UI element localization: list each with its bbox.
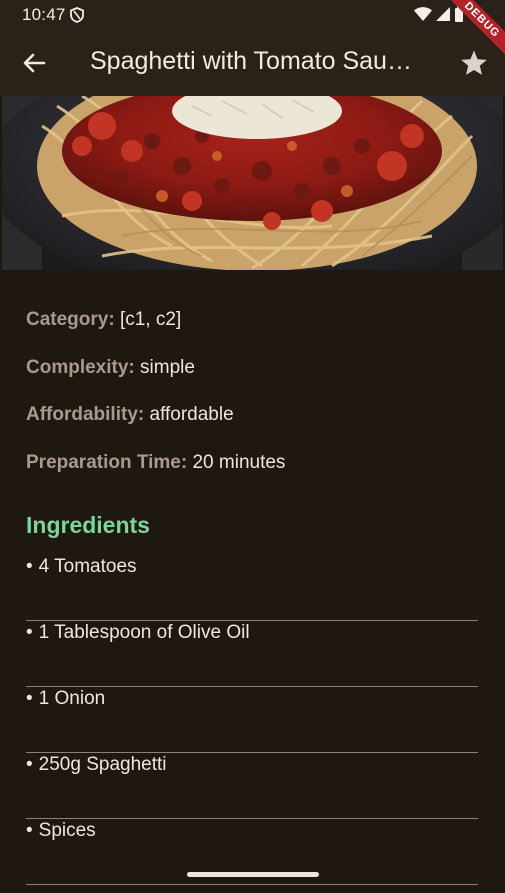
ingredient-text: 4 Tomatoes [38, 556, 137, 577]
bullet: • [26, 556, 33, 577]
detail-label: Affordability: [26, 404, 145, 425]
ingredient-text: Spices [38, 820, 96, 841]
ingredient-text: 1 Tablespoon of Olive Oil [38, 622, 250, 643]
status-bar: 10:47 DEBUG [0, 0, 505, 65]
back-arrow-icon[interactable] [18, 47, 50, 79]
home-indicator[interactable] [187, 872, 319, 877]
detail-label: Complexity: [26, 356, 135, 378]
bullet: • [26, 820, 33, 841]
spaghetti-photo [2, 96, 503, 270]
page-title: Spaghetti with Tomato Sau… [90, 47, 412, 75]
bullet: • [26, 622, 33, 643]
detail-value: simple [140, 356, 195, 378]
status-time: 10:47 [22, 5, 66, 24]
detail-value: affordable [149, 404, 234, 425]
favorite-star-icon[interactable] [458, 47, 490, 79]
list-item: • 4 Tomatoes [26, 555, 478, 621]
signal-icon [436, 7, 450, 21]
detail-category: Category: [c1, c2] [26, 306, 486, 354]
detail-complexity: Complexity: simple [26, 354, 486, 402]
detail-value: [c1, c2] [119, 309, 182, 330]
detail-preparation-time: Preparation Time: 20 minutes [26, 449, 486, 497]
bullet: • [26, 688, 33, 709]
meal-image [2, 96, 503, 270]
list-item: • 1 Onion [26, 687, 478, 753]
detail-affordability: Affordability: affordable [26, 401, 486, 449]
detail-label: Category: [26, 309, 115, 330]
shield-icon [70, 7, 84, 23]
ingredient-text: 1 Onion [38, 688, 106, 709]
list-item: • 250g Spaghetti [26, 753, 478, 819]
bullet: • [26, 754, 33, 775]
ingredients-list: • 4 Tomatoes • 1 Tablespoon of Olive Oil •… [26, 555, 478, 885]
detail-label: Preparation Time: [26, 451, 188, 473]
phone-screen: 10:47 DEBUG Spaghetti with Tomato Sau… C… [0, 0, 505, 893]
ingredient-text: 250g Spaghetti [38, 754, 167, 775]
list-item: • 1 Tablespoon of Olive Oil [26, 621, 478, 687]
app-bar: Spaghetti with Tomato Sau… [0, 30, 505, 96]
meal-details: Category: [c1, c2] Complexity: simple Af… [26, 306, 486, 496]
wifi-icon [414, 7, 432, 21]
ingredients-heading: Ingredients [26, 512, 150, 538]
detail-value: 20 minutes [192, 451, 286, 473]
